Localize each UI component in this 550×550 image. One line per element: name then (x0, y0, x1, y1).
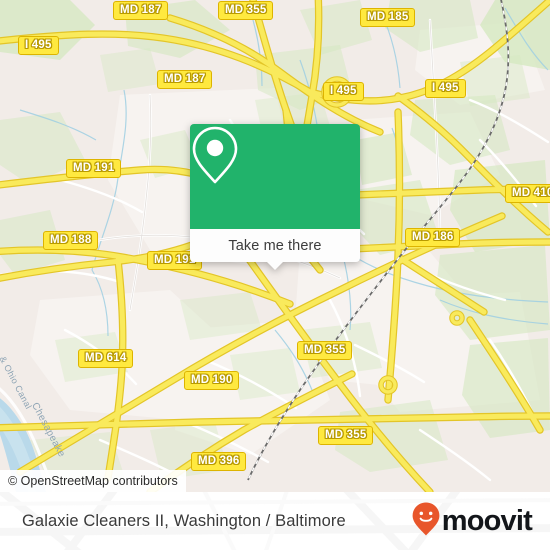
road-shield: MD 355 (297, 341, 353, 360)
screenshot-root: Chesapeake & Ohio Canal MD 187 MD 355 MD 1… (0, 0, 550, 550)
moovit-brand: moovit (411, 501, 533, 542)
road-shield: MD 190 (184, 371, 240, 390)
road-shield: MD 185 (360, 8, 416, 27)
page-title: Galaxie Cleaners II, Washington / Baltim… (22, 511, 346, 530)
map-canvas[interactable]: Chesapeake & Ohio Canal MD 187 MD 355 MD 1… (0, 0, 550, 492)
attribution-text: © OpenStreetMap contributors (8, 474, 178, 488)
road-shield: MD 355 (218, 1, 274, 20)
road-shield: MD 187 (113, 1, 169, 20)
road-shield: MD 355 (318, 426, 374, 445)
moovit-pin-icon (411, 501, 441, 542)
bottom-info-bar: Galaxie Cleaners II, Washington / Baltim… (0, 492, 550, 550)
road-shield: MD 186 (405, 228, 461, 247)
map-attribution[interactable]: © OpenStreetMap contributors (0, 470, 186, 492)
road-shield: MD 410 (505, 184, 550, 203)
road-shield: MD 188 (43, 231, 99, 250)
moovit-wordmark: moovit (441, 504, 533, 537)
popup-header (190, 124, 360, 229)
road-shield: I 495 (323, 82, 364, 101)
road-shield: MD 191 (66, 159, 122, 178)
road-shield: MD 187 (157, 70, 213, 89)
road-shield: I 495 (425, 79, 466, 98)
take-me-there-label: Take me there (228, 237, 322, 254)
road-shield: MD 396 (191, 452, 247, 471)
popup-pointer (266, 261, 284, 270)
popup-footer[interactable]: Take me there (190, 229, 360, 270)
road-shield: MD 614 (78, 349, 134, 368)
road-shield: I 495 (18, 36, 59, 55)
destination-popup[interactable]: Take me there (190, 124, 360, 270)
